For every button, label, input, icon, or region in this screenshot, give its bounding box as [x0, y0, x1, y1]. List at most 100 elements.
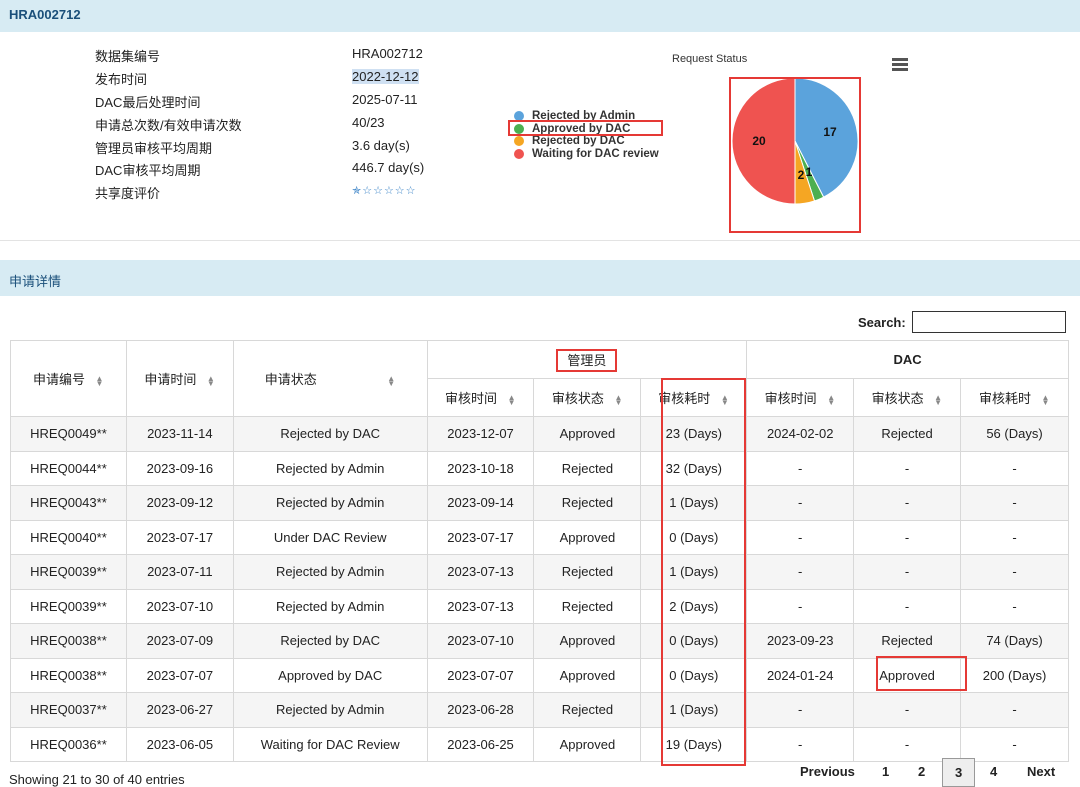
- cell-admin-status: Rejected: [533, 588, 642, 624]
- cell-dac-duration: -: [960, 726, 1069, 762]
- cell-request-status: Approved by DAC: [232, 657, 428, 693]
- sort-icon: ▲ ▼: [206, 373, 215, 388]
- col-header-admin-time[interactable]: 审核时间 ▲ ▼: [426, 378, 535, 417]
- star-half-icon: ✯: [352, 185, 363, 197]
- table-row: HREQ0036** 2023-06-05 Waiting for DAC Revi…: [10, 726, 1069, 762]
- cell-dac-time: 2024-01-24: [746, 657, 855, 693]
- cell-request-status: Rejected by Admin: [232, 692, 428, 728]
- cell-dac-status: -: [853, 726, 962, 762]
- col-header-request-time[interactable]: 申请时间 ▲ ▼: [125, 340, 234, 417]
- cell-request-time: 2023-06-05: [125, 726, 234, 762]
- col-header-request-status[interactable]: 申请状态 ▲ ▼: [232, 340, 428, 417]
- cell-dac-status: -: [853, 519, 962, 555]
- highlight-box-legend: [508, 120, 663, 136]
- cell-request-status: Rejected by Admin: [232, 450, 428, 486]
- cell-request-id: HREQ0036**: [10, 726, 127, 762]
- cell-request-id: HREQ0043**: [10, 485, 127, 521]
- sort-icon: ▲ ▼: [614, 392, 623, 407]
- col-header-dac-status[interactable]: 审核状态 ▲ ▼: [853, 378, 962, 417]
- col-header-dac-duration[interactable]: 审核耗时 ▲ ▼: [960, 378, 1069, 417]
- rating-stars: ✯☆☆☆☆☆: [352, 184, 417, 197]
- cell-request-id: HREQ0040**: [10, 519, 127, 555]
- info-value-release: 2022-12-12: [352, 69, 419, 84]
- next-button[interactable]: Next: [1027, 764, 1055, 779]
- info-label-id: 数据集编号: [95, 49, 161, 64]
- highlight-box-approved: [876, 656, 967, 691]
- cell-dac-time: -: [746, 519, 855, 555]
- cell-dac-duration: 200 (Days): [960, 657, 1069, 693]
- cell-dac-duration: -: [960, 519, 1069, 555]
- info-label-admin-cycle: 管理员审核平均周期: [95, 141, 213, 156]
- cell-admin-time: 2023-07-13: [426, 588, 535, 624]
- cell-admin-status: Approved: [533, 416, 642, 452]
- divider: [0, 240, 1080, 241]
- table-row: HREQ0038** 2023-07-09 Rejected by DAC 2023-…: [10, 623, 1069, 659]
- cell-dac-time: -: [746, 485, 855, 521]
- info-label-requests: 申请总次数/有效申请次数: [95, 118, 242, 133]
- col-header-dac-time[interactable]: 审核时间 ▲ ▼: [746, 378, 855, 417]
- cell-dac-status: Rejected: [853, 416, 962, 452]
- cell-request-time: 2023-07-07: [125, 657, 234, 693]
- dataset-header-bar: HRA002712: [0, 0, 1080, 32]
- page-2-button[interactable]: 2: [918, 764, 925, 779]
- cell-admin-status: Approved: [533, 726, 642, 762]
- cell-admin-status: Approved: [533, 519, 642, 555]
- cell-admin-time: 2023-07-10: [426, 623, 535, 659]
- table-row: HREQ0044** 2023-09-16 Rejected by Admin 202…: [10, 450, 1069, 486]
- cell-request-time: 2023-09-12: [125, 485, 234, 521]
- cell-dac-time: -: [746, 554, 855, 590]
- table-row: HREQ0039** 2023-07-10 Rejected by Admin 202…: [10, 588, 1069, 624]
- col-header-request-id[interactable]: 申请编号 ▲ ▼: [10, 340, 127, 417]
- cell-dac-status: Rejected: [853, 623, 962, 659]
- cell-dac-status: -: [853, 692, 962, 728]
- cell-admin-status: Approved: [533, 657, 642, 693]
- cell-request-id: HREQ0037**: [10, 692, 127, 728]
- cell-request-status: Rejected by DAC: [232, 623, 428, 659]
- cell-admin-time: 2023-07-07: [426, 657, 535, 693]
- cell-admin-status: Rejected: [533, 450, 642, 486]
- cell-request-time: 2023-07-10: [125, 588, 234, 624]
- section-title: 申请详情: [9, 274, 62, 289]
- sort-icon: ▲ ▼: [507, 392, 516, 407]
- table-row: HREQ0043** 2023-09-12 Rejected by Admin 202…: [10, 485, 1069, 521]
- cell-dac-duration: -: [960, 450, 1069, 486]
- chart-menu-icon[interactable]: [892, 58, 908, 73]
- requests-table: 申请编号 ▲ ▼ 申请时间 ▲ ▼ 申请状态 ▲ ▼ 管理员 DAC 审核时间 ▲ ▼ 审核状态…: [10, 340, 1069, 762]
- table-row: HREQ0039** 2023-07-11 Rejected by Admin 202…: [10, 554, 1069, 590]
- cell-request-time: 2023-07-11: [125, 554, 234, 590]
- col-header-admin-status[interactable]: 审核状态 ▲ ▼: [533, 378, 642, 417]
- cell-dac-time: 2023-09-23: [746, 623, 855, 659]
- chart-title: Request Status: [672, 53, 748, 65]
- legend-item[interactable]: Waiting for DAC review: [514, 148, 659, 161]
- cell-dac-status: -: [853, 554, 962, 590]
- cell-dac-time: 2024-02-02: [746, 416, 855, 452]
- page-3-button[interactable]: 3: [942, 758, 976, 787]
- cell-request-status: Waiting for DAC Review: [232, 726, 428, 762]
- cell-admin-status: Rejected: [533, 692, 642, 728]
- page-4-button[interactable]: 4: [990, 764, 997, 779]
- cell-admin-time: 2023-06-28: [426, 692, 535, 728]
- legend-item[interactable]: Rejected by DAC: [514, 135, 659, 148]
- cell-request-time: 2023-09-16: [125, 450, 234, 486]
- cell-request-id: HREQ0049**: [10, 416, 127, 452]
- page-1-button[interactable]: 1: [882, 764, 889, 779]
- search-input[interactable]: [912, 311, 1066, 333]
- cell-request-id: HREQ0038**: [10, 623, 127, 659]
- info-label-dac-last: DAC最后处理时间: [95, 95, 201, 110]
- info-value-admin-cycle: 3.6 day(s): [352, 138, 410, 153]
- cell-request-status: Rejected by DAC: [232, 416, 428, 452]
- group-header-admin: 管理员: [426, 340, 748, 379]
- cell-admin-status: Rejected: [533, 554, 642, 590]
- cell-admin-status: Rejected: [533, 485, 642, 521]
- cell-request-time: 2023-06-27: [125, 692, 234, 728]
- cell-admin-time: 2023-12-07: [426, 416, 535, 452]
- cell-dac-time: -: [746, 588, 855, 624]
- cell-request-status: Rejected by Admin: [232, 554, 428, 590]
- sort-icon: ▲ ▼: [934, 392, 943, 407]
- cell-request-status: Under DAC Review: [232, 519, 428, 555]
- previous-button[interactable]: Previous: [800, 764, 855, 779]
- group-header-dac: DAC: [746, 340, 1069, 379]
- cell-admin-time: 2023-07-13: [426, 554, 535, 590]
- cell-admin-status: Approved: [533, 623, 642, 659]
- cell-admin-time: 2023-06-25: [426, 726, 535, 762]
